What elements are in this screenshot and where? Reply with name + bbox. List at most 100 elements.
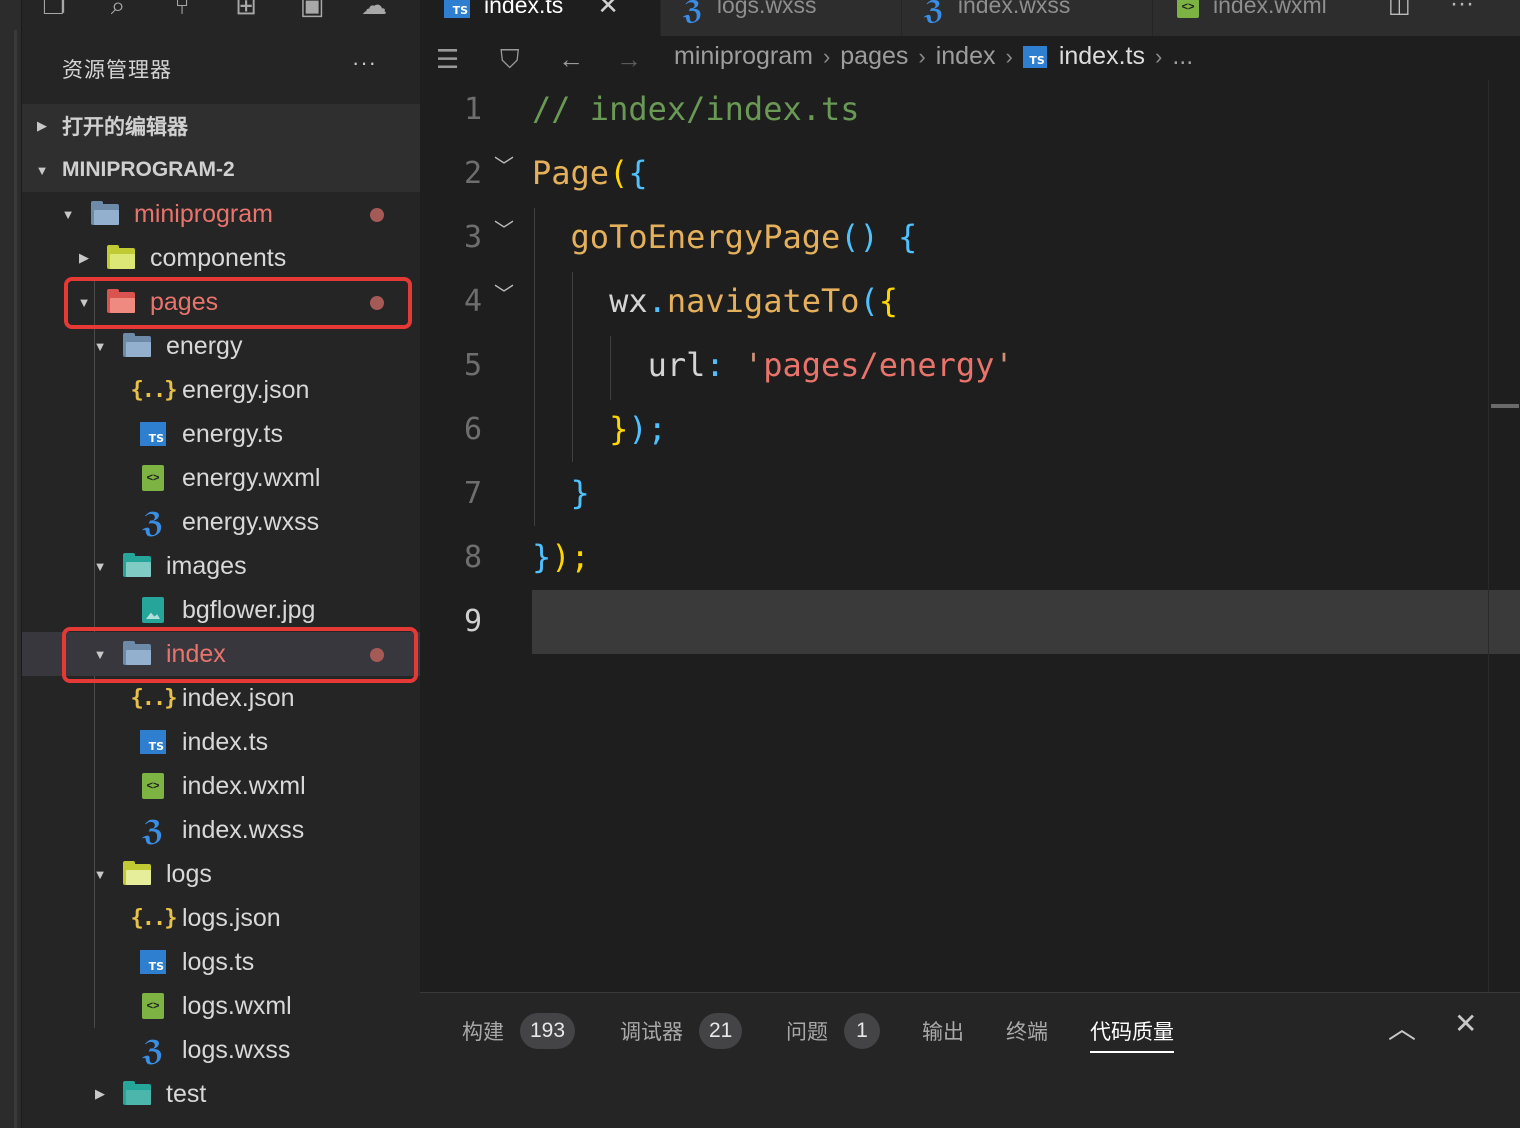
- extensions-icon[interactable]: ⊞: [228, 0, 264, 20]
- chevron-right-icon: ›: [918, 43, 926, 69]
- tree-item-label: logs.wxss: [182, 1035, 291, 1064]
- cloud-icon[interactable]: ☁: [356, 0, 392, 20]
- source-control-icon[interactable]: ⑂: [164, 0, 200, 20]
- tree-item-logs-wxml[interactable]: <> logs.wxml: [22, 984, 420, 1028]
- breadcrumb-item[interactable]: index.ts: [1059, 42, 1145, 71]
- code-text: });: [532, 410, 667, 448]
- chevron-up-icon[interactable]: ︿: [1388, 1007, 1416, 1047]
- tree-item-pages[interactable]: ▼ pages: [22, 280, 420, 324]
- line-number: 3: [463, 220, 482, 255]
- tree-item-test[interactable]: ▶ test: [22, 1072, 420, 1116]
- tree-item-energy[interactable]: ▼ energy: [22, 324, 420, 368]
- panel-tab-code-quality[interactable]: 代码质量: [1090, 1011, 1174, 1053]
- breadcrumb-item[interactable]: pages: [840, 42, 908, 71]
- section-project[interactable]: ▼ MINIPROGRAM-2: [22, 148, 420, 192]
- code-token: (: [859, 282, 879, 320]
- tab-index-wxss[interactable]: ℨ index.wxss: [902, 0, 1152, 36]
- scrollbar-indicator[interactable]: [1491, 404, 1519, 408]
- more-actions-icon[interactable]: ···: [1450, 0, 1474, 18]
- files-icon[interactable]: ❐: [36, 0, 72, 20]
- tab-logs-wxss[interactable]: ℨ logs.wxss: [661, 0, 901, 36]
- panel-tab-terminal[interactable]: 终端: [1006, 1011, 1048, 1051]
- json-icon: {..}: [130, 377, 178, 403]
- fold-chevron-icon[interactable]: ﹀: [494, 214, 514, 243]
- split-editor-icon[interactable]: ◫: [1388, 0, 1411, 19]
- panel-tab-label: 代码质量: [1090, 1021, 1174, 1044]
- ts-icon: TS: [138, 948, 168, 976]
- tree-item-index[interactable]: ▼ index: [22, 632, 420, 676]
- code-line: 2 ﹀ Page({: [420, 144, 1520, 208]
- ts-icon: TS: [138, 728, 168, 756]
- wxss-icon: ℨ: [142, 813, 164, 847]
- tree-item-index-json[interactable]: {..} index.json: [22, 676, 420, 720]
- tree-item-energy-ts[interactable]: TS energy.ts: [22, 412, 420, 456]
- panel-tab-problems[interactable]: 问题 1: [786, 1011, 880, 1051]
- section-label: 打开的编辑器: [62, 116, 188, 139]
- tab-label: index.wxss: [957, 0, 1071, 18]
- code-text: wx.navigateTo({: [532, 282, 898, 320]
- tree-item-logs-ts[interactable]: TS logs.ts: [22, 940, 420, 984]
- tree-item-label: index.wxml: [182, 771, 306, 800]
- code-token: }: [532, 538, 552, 576]
- tab-index-wxml[interactable]: <> index.wxml: [1153, 0, 1363, 36]
- section-open-editors[interactable]: ▶ 打开的编辑器: [22, 104, 420, 148]
- tree-item-index-wxss[interactable]: ℨ index.wxss: [22, 808, 420, 852]
- line-number: 2: [463, 156, 482, 191]
- bookmark-icon[interactable]: ⛉: [500, 44, 520, 76]
- tree-item-components[interactable]: ▶ components: [22, 236, 420, 280]
- tree-item-index-wxml[interactable]: <> index.wxml: [22, 764, 420, 808]
- code-editor[interactable]: 1 // index/index.ts 2 ﹀ Page({ 3 ﹀ goToE…: [420, 80, 1520, 992]
- breadcrumb-item[interactable]: miniprogram: [674, 42, 813, 71]
- modified-dot: [370, 648, 384, 662]
- panel-tab-output[interactable]: 输出: [922, 1011, 964, 1051]
- tree-item-logs-json[interactable]: {..} logs.json: [22, 896, 420, 940]
- code-token: ': [743, 346, 764, 384]
- tab-index-ts[interactable]: TS index.ts ✕: [420, 0, 660, 36]
- tree-item-label: energy.ts: [182, 419, 283, 448]
- explorer-sidebar: ❐ ⌕ ⑂ ⊞ ▣ ☁ 资源管理器 ··· ▶ 打开的编辑器 ▼ MINIPRO…: [22, 0, 420, 1128]
- breadcrumb: miniprogram › pages › index › TS index.t…: [674, 42, 1193, 71]
- tree-item-energy-wxss[interactable]: ℨ energy.wxss: [22, 500, 420, 544]
- tree-item-label: energy.json: [182, 375, 310, 404]
- tree-item-logs-wxss[interactable]: ℨ logs.wxss: [22, 1028, 420, 1072]
- panel-tab-debugger[interactable]: 调试器 21: [620, 1011, 743, 1051]
- tree-item-miniprogram[interactable]: ▼ miniprogram: [22, 192, 420, 236]
- save-icon[interactable]: ▣: [294, 0, 330, 20]
- panel-tab-build[interactable]: 构建 193: [462, 1011, 576, 1051]
- tab-label: index.wxml: [1213, 0, 1327, 18]
- code-token: {: [628, 154, 648, 192]
- search-icon[interactable]: ⌕: [100, 0, 136, 20]
- breadcrumb-item[interactable]: ...: [1172, 42, 1193, 71]
- code-token: :: [705, 346, 725, 384]
- breadcrumb-item[interactable]: index: [936, 42, 996, 71]
- tree-item-label: miniprogram: [134, 199, 273, 228]
- panel-tab-label: 调试器: [620, 1021, 683, 1044]
- count-badge: 193: [520, 1013, 576, 1049]
- close-icon[interactable]: ✕: [1454, 1007, 1477, 1040]
- code-token: goToEnergyPage: [570, 218, 841, 256]
- close-icon[interactable]: ✕: [597, 0, 619, 21]
- tree-item-logs[interactable]: ▼ logs: [22, 852, 420, 896]
- code-token: );: [628, 410, 667, 448]
- line-number: 8: [463, 540, 482, 575]
- ts-icon: TS: [444, 0, 470, 18]
- tree-item-bgflower[interactable]: bgflower.jpg: [22, 588, 420, 632]
- tree-item-energy-json[interactable]: {..} energy.json: [22, 368, 420, 412]
- tree-item-images[interactable]: ▼ images: [22, 544, 420, 588]
- folder-open-icon: [122, 332, 152, 360]
- back-arrow-icon[interactable]: ←: [558, 44, 584, 75]
- forward-arrow-icon[interactable]: →: [616, 44, 642, 75]
- file-tree: ▼ miniprogram ▶ components ▼ pages ▼ ene…: [22, 192, 420, 1116]
- code-line: 1 // index/index.ts: [420, 80, 1520, 144]
- code-line: 6 });: [420, 400, 1520, 464]
- fold-chevron-icon[interactable]: ﹀: [494, 278, 514, 307]
- tree-item-energy-wxml[interactable]: <> energy.wxml: [22, 456, 420, 500]
- fold-chevron-icon[interactable]: ﹀: [494, 150, 514, 179]
- code-token: .: [647, 282, 667, 320]
- chevron-right-icon: ▶: [37, 118, 47, 133]
- explorer-more-button[interactable]: ···: [352, 50, 377, 76]
- tab-label: index.ts: [484, 0, 564, 18]
- tree-item-index-ts[interactable]: TS index.ts: [22, 720, 420, 764]
- modified-dot: [370, 296, 384, 310]
- outline-list-icon[interactable]: ☰: [436, 44, 459, 75]
